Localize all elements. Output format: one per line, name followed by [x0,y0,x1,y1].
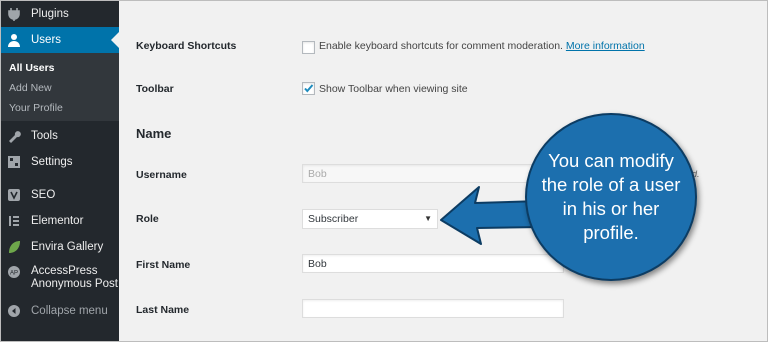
screenshot-frame: Plugins Users All Users Add New Your Pro… [0,0,768,342]
callout-text: You can modify the role of a user in his… [541,150,681,243]
callout-bubble: You can modify the role of a user in his… [525,113,697,281]
